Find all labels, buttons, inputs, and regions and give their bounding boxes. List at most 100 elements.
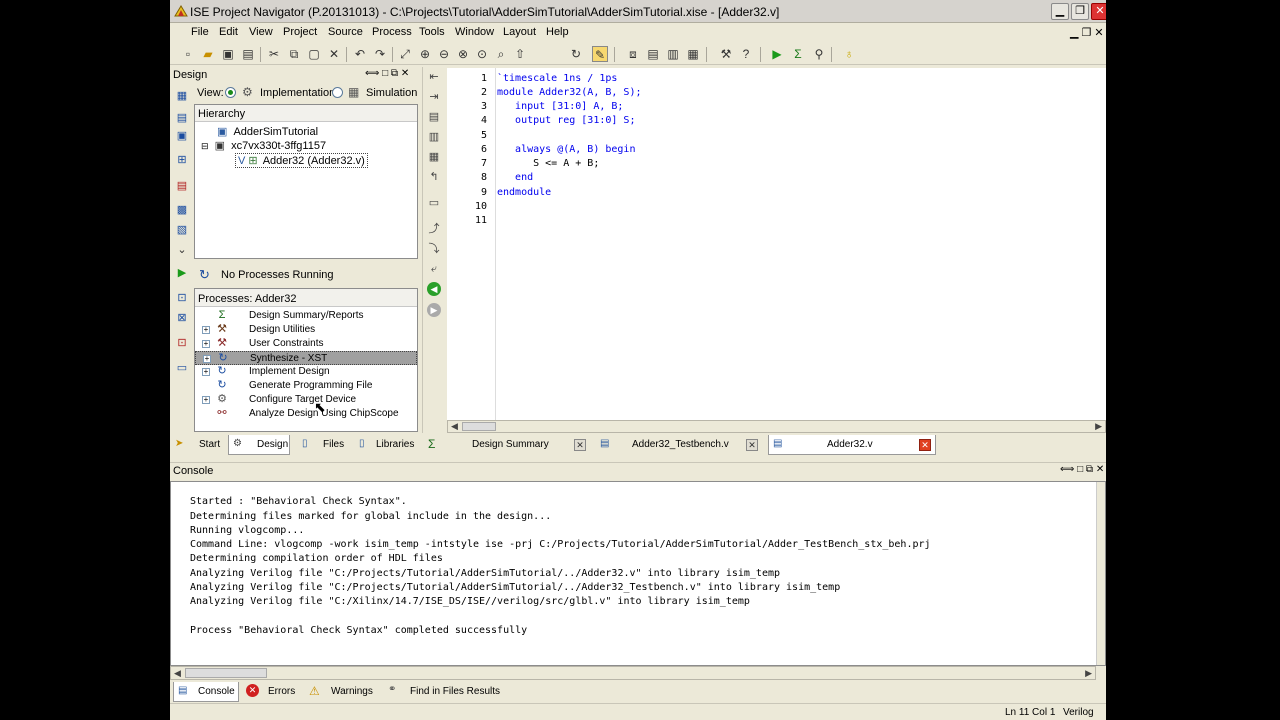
zoom-out-icon[interactable]: ⊖ [436,46,452,62]
zoom-full-icon[interactable]: ⊗ [455,46,471,62]
search-icon[interactable]: ⌕ [493,46,509,62]
indent-left-icon[interactable]: ⇤ [427,71,441,84]
find-prev-icon[interactable]: ⤶ [427,263,441,276]
expand-icon[interactable]: + [202,368,210,376]
tab-design[interactable]: ⚙ Design [228,435,290,455]
tab-adder32-testbench[interactable]: ▤ Adder32_Testbench.v ✕ [596,435,764,455]
expand-icon[interactable]: + [202,326,210,334]
menu-layout[interactable]: Layout [503,26,536,38]
sigma-icon[interactable]: Σ [790,46,806,62]
find-next-icon[interactable]: ⤵ [427,243,441,256]
rerun-icon[interactable]: ⊡ [175,292,189,305]
tree-item-device[interactable]: ⊟ ▣ xc7vx330t-3ffg1157 [201,139,326,152]
process-design-summary[interactable]: Σ Design Summary/Reports [195,309,417,323]
redo-icon[interactable]: ↷ [372,46,388,62]
process-configure-device[interactable]: + ⚙ Configure Target Device [195,393,417,407]
process-design-utilities[interactable]: + ⚒ Design Utilities [195,323,417,337]
tab-console[interactable]: ▤ Console [173,682,239,702]
expand-icon[interactable]: + [203,355,211,363]
menu-process[interactable]: Process [372,26,412,38]
copy-icon[interactable]: ⧉ [286,46,302,62]
expand-icon[interactable]: + [202,396,210,404]
format-icon[interactable]: ▦ [427,151,441,164]
run-process-icon[interactable]: ▶ [175,267,189,280]
console-panel-controls[interactable]: ⟺ □ ⧉ ✕ [1060,464,1104,475]
tab-adder32[interactable]: ▤ Adder32.v ✕ [768,435,936,455]
toggle-panels-icon[interactable]: ▦ [685,46,701,62]
tab-errors[interactable]: ✕ Errors [243,682,303,702]
run-icon[interactable]: ▶ [769,46,785,62]
tile-vertical-icon[interactable]: ▥ [665,46,681,62]
template-icon[interactable]: ▭ [427,197,441,210]
tab-libraries[interactable]: ▯ Libraries [353,435,417,455]
tab-files[interactable]: ▯ Files [296,435,350,455]
console-horizontal-scrollbar[interactable]: ◀ ▶ [170,666,1096,680]
remove-icon[interactable]: ▤ [175,180,189,193]
zoom-fit-icon[interactable]: ⤢ [397,46,413,62]
mdi-controls[interactable]: ▁ ❐ ✕ [1070,26,1104,39]
doc-icon[interactable]: ▦ [175,90,189,103]
menu-window[interactable]: Window [455,26,494,38]
indent-right-icon[interactable]: ⇥ [427,91,441,104]
collapse-icon[interactable]: ⊟ [201,141,209,151]
scroll-thumb[interactable] [462,422,496,431]
add-copy-icon[interactable]: ▣ [175,130,189,143]
scroll-left-icon[interactable]: ◀ [174,668,181,679]
menu-edit[interactable]: Edit [219,26,238,38]
process-user-constraints[interactable]: + ⚒ User Constraints [195,337,417,351]
tree-item-project[interactable]: ▣ AdderSimTutorial [217,125,318,138]
more-chevron-icon[interactable]: ⌄ [175,244,189,257]
menu-view[interactable]: View [249,26,273,38]
uncomment-icon[interactable]: ▥ [427,131,441,144]
menu-file[interactable]: File [191,26,209,38]
telescope-icon[interactable]: ⚲ [811,46,827,62]
save-icon[interactable]: ▣ [220,46,236,62]
help-context-icon[interactable]: ? [738,46,754,62]
close-tab-icon[interactable]: ✕ [574,439,586,451]
back-green-icon[interactable]: ◀ [427,282,441,296]
push-icon[interactable]: ⇧ [512,46,528,62]
console-output[interactable]: Started : "Behavioral Check Syntax". Det… [170,481,1106,666]
cascade-icon[interactable]: ⧈ [625,46,641,62]
simulation-label[interactable]: Simulation [366,87,417,99]
comment-icon[interactable]: ▤ [427,111,441,124]
wrench-icon[interactable]: ✎ [592,46,608,62]
zoom-select-icon[interactable]: ⊙ [474,46,490,62]
forward-grey-icon[interactable]: ▶ [427,303,441,317]
undo-icon[interactable]: ↶ [352,46,368,62]
refresh-icon[interactable]: ↻ [568,46,584,62]
save-all-icon[interactable]: ▤ [240,46,256,62]
rerun-all-icon[interactable]: ⊠ [175,312,189,325]
stop-icon[interactable]: ⊡ [175,337,189,350]
cut-icon[interactable]: ✂ [266,46,282,62]
properties-icon[interactable]: ▩ [175,204,189,217]
scroll-left-icon[interactable]: ◀ [451,421,458,432]
scroll-thumb[interactable] [185,668,267,678]
console-vertical-scrollbar[interactable] [1096,482,1105,665]
process-chipscope[interactable]: ⚯ Analyze Design Using ChipScope [195,407,417,421]
open-file-icon[interactable]: ▧ [175,224,189,237]
tab-design-summary[interactable]: Σ Design Summary ✕ [424,435,592,455]
process-implement[interactable]: + ↻ Implement Design [195,365,417,379]
lightbulb-icon[interactable]: ♁ [841,46,857,62]
new-file-icon[interactable]: ▫ [180,46,196,62]
minimize-button[interactable]: ▁ [1051,3,1069,20]
settings-tool-icon[interactable]: ⚒ [718,46,734,62]
tab-start[interactable]: ➤ Start [173,435,227,455]
find-icon[interactable]: ⤴ [427,223,441,236]
expand-icon[interactable]: + [202,340,210,348]
implementation-label[interactable]: Implementation [260,87,335,99]
panel-controls[interactable]: ⟺ □ ⧉ ✕ [365,68,409,79]
editor-horizontal-scrollbar[interactable]: ◀ ▶ [447,420,1106,433]
tab-warnings[interactable]: ⚠ Warnings [307,682,379,702]
tile-horizontal-icon[interactable]: ▤ [645,46,661,62]
close-tab-icon[interactable]: ✕ [746,439,758,451]
simulation-radio[interactable] [332,87,343,98]
scroll-right-icon[interactable]: ▶ [1085,668,1092,679]
paste-icon[interactable]: ▢ [306,46,322,62]
zoom-in-icon[interactable]: ⊕ [417,46,433,62]
menu-source[interactable]: Source [328,26,363,38]
delete-icon[interactable]: ✕ [326,46,342,62]
code-editor[interactable]: 1 2 3 4 5 6 7 8 9 10 11 `timescale 1ns /… [447,68,1106,420]
process-synthesize[interactable]: + ↻ Synthesize - XST [195,351,417,365]
